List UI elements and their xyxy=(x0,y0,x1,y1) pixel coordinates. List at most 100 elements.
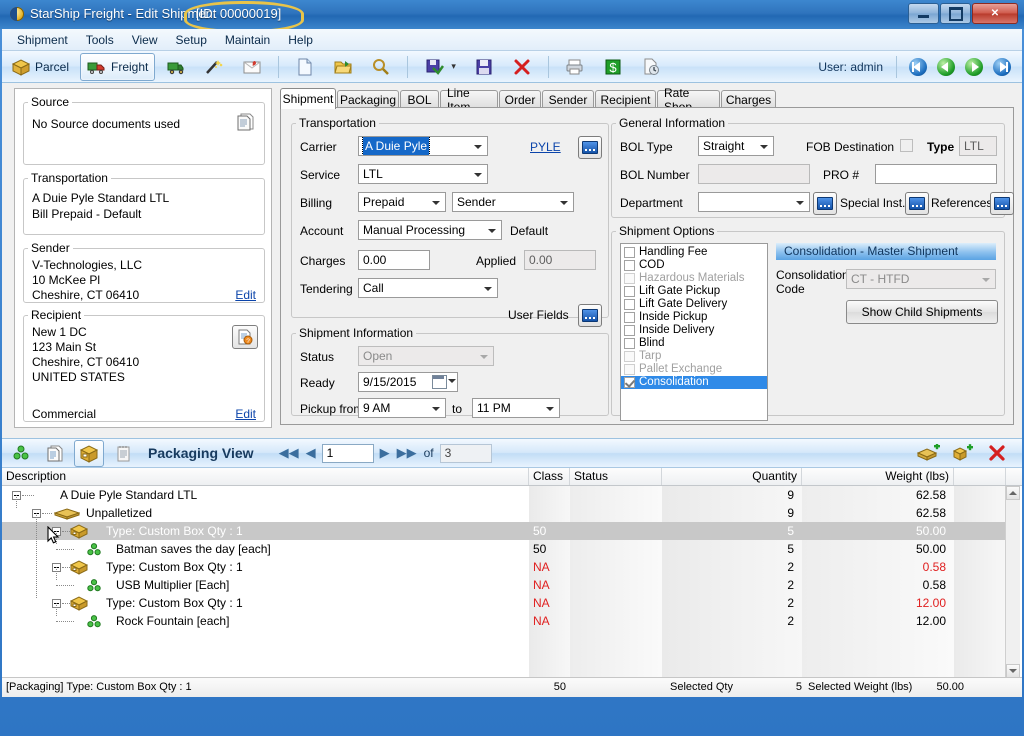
table-row[interactable]: Rock Fountain [each] NA 2 12.00 xyxy=(2,603,1006,630)
carrier-code-link[interactable]: PYLE xyxy=(530,140,561,154)
account-combo[interactable]: Manual Processing xyxy=(358,220,502,240)
freight-button[interactable]: Freight xyxy=(80,52,156,81)
checkbox-icon[interactable] xyxy=(624,312,635,323)
rate-button[interactable]: $ xyxy=(596,53,630,81)
table-row[interactable]: Type: Custom Box Qty : 1 NA 2 0.58 xyxy=(2,513,1006,576)
option-inside-delivery[interactable]: Inside Delivery xyxy=(621,324,767,337)
tab-recipient[interactable]: Recipient xyxy=(595,90,656,108)
first-page-button[interactable]: ◀◀ xyxy=(278,442,300,464)
checkbox-icon[interactable] xyxy=(624,260,635,271)
minimize-button[interactable] xyxy=(908,3,939,24)
menu-setup[interactable]: Setup xyxy=(167,31,216,49)
special-instructions-button[interactable] xyxy=(905,192,929,215)
table-row[interactable]: USB Multiplier [Each] NA 2 0.58 xyxy=(2,567,1006,594)
close-button[interactable]: ✕ xyxy=(972,3,1018,24)
option-lift-gate-delivery[interactable]: Lift Gate Delivery xyxy=(621,298,767,311)
carrier-combo[interactable]: A Duie Pyle xyxy=(358,136,488,156)
dropdown-caret-icon[interactable]: ▾ xyxy=(451,61,456,72)
sender-edit-link[interactable]: Edit xyxy=(235,288,256,302)
add-pallet-button[interactable] xyxy=(914,440,944,467)
checkbox-icon[interactable] xyxy=(624,299,635,310)
email-button[interactable] xyxy=(235,53,269,81)
history-button[interactable] xyxy=(634,53,668,81)
table-row[interactable]: Batman saves the day [each] 50 5 50.00 xyxy=(2,531,1006,558)
option-lift-gate-pickup[interactable]: Lift Gate Pickup xyxy=(621,285,767,298)
next-page-button[interactable]: ▶ xyxy=(374,442,396,464)
calendar-icon[interactable] xyxy=(432,375,447,389)
column-header-quantity[interactable]: Quantity xyxy=(662,468,802,485)
tendering-combo[interactable]: Call xyxy=(358,278,498,298)
tab-order[interactable]: Order xyxy=(499,90,541,108)
cancel-button[interactable] xyxy=(505,53,539,81)
checkbox-icon[interactable] xyxy=(624,325,635,336)
fob-destination-checkbox[interactable] xyxy=(900,139,913,152)
tab-line-item[interactable]: Line Item xyxy=(440,86,498,114)
last-record-button[interactable] xyxy=(993,57,1011,76)
table-row[interactable]: Type: Custom Box Qty : 1 NA 2 12.00 xyxy=(2,549,1006,612)
option-handling-fee[interactable]: Handling Fee xyxy=(621,246,767,259)
delete-package-button[interactable] xyxy=(982,440,1012,467)
column-header-description[interactable]: Description xyxy=(2,468,529,485)
address-validate-button[interactable]: ? xyxy=(232,325,258,349)
parcel-button[interactable]: Parcel xyxy=(4,53,76,81)
groups-view-button[interactable] xyxy=(6,440,36,467)
checkbox-icon[interactable] xyxy=(624,338,635,349)
menu-help[interactable]: Help xyxy=(279,31,322,49)
bol-type-combo[interactable]: Straight xyxy=(698,136,774,156)
option-consolidation[interactable]: Consolidation xyxy=(621,376,767,389)
process-save-button[interactable]: ▾ xyxy=(417,53,463,81)
shipment-options-list[interactable]: Handling Fee COD Hazardous Materials Lif… xyxy=(620,243,768,421)
maximize-button[interactable] xyxy=(940,3,971,24)
ready-date-caret-icon[interactable] xyxy=(448,379,456,383)
ship-truck-button[interactable] xyxy=(159,53,193,81)
checkbox-icon[interactable] xyxy=(624,286,635,297)
find-button[interactable] xyxy=(364,53,398,81)
detail-list-view-button[interactable] xyxy=(40,440,70,467)
user-fields-button[interactable] xyxy=(578,304,602,327)
packaging-view-button[interactable] xyxy=(74,439,104,467)
service-combo[interactable]: LTL xyxy=(358,164,488,184)
pro-number-input[interactable] xyxy=(875,164,997,184)
save-button[interactable] xyxy=(467,53,501,81)
column-header-class[interactable]: Class xyxy=(529,468,570,485)
scroll-down-button[interactable] xyxy=(1006,664,1020,678)
pickup-to-combo[interactable]: 11 PM xyxy=(472,398,560,418)
last-page-button[interactable]: ▶▶ xyxy=(396,442,418,464)
first-record-button[interactable] xyxy=(909,57,927,76)
billing-party-combo[interactable]: Sender xyxy=(452,192,574,212)
checkbox-icon[interactable] xyxy=(624,377,635,388)
tab-packaging[interactable]: Packaging xyxy=(337,90,399,108)
page-number-input[interactable]: 1 xyxy=(321,443,374,463)
column-header-status[interactable]: Status xyxy=(570,468,662,485)
print-button[interactable] xyxy=(558,53,592,81)
references-button[interactable] xyxy=(990,192,1014,215)
next-record-button[interactable] xyxy=(965,57,983,76)
menu-view[interactable]: View xyxy=(123,31,167,49)
previous-record-button[interactable] xyxy=(937,57,955,76)
open-button[interactable] xyxy=(326,53,360,81)
new-button[interactable] xyxy=(288,53,322,81)
notes-view-button[interactable] xyxy=(108,440,138,467)
option-cod[interactable]: COD xyxy=(621,259,767,272)
option-blind[interactable]: Blind xyxy=(621,337,767,350)
add-package-button[interactable] xyxy=(948,440,978,467)
previous-page-button[interactable]: ◀ xyxy=(300,442,322,464)
wizard-button[interactable] xyxy=(197,53,231,81)
department-combo[interactable] xyxy=(698,192,810,212)
menu-tools[interactable]: Tools xyxy=(77,31,123,49)
scroll-up-button[interactable] xyxy=(1006,486,1020,500)
table-row[interactable]: Type: Custom Box Qty : 1 50 5 50.00 xyxy=(2,513,1006,540)
menu-shipment[interactable]: Shipment xyxy=(8,31,77,49)
checkbox-icon[interactable] xyxy=(624,247,635,258)
carrier-options-button[interactable] xyxy=(578,136,602,159)
column-header-weight[interactable]: Weight (lbs) xyxy=(802,468,954,485)
option-inside-pickup[interactable]: Inside Pickup xyxy=(621,311,767,324)
tab-sender[interactable]: Sender xyxy=(542,90,594,108)
tab-shipment[interactable]: Shipment xyxy=(280,88,336,109)
tab-charges[interactable]: Charges xyxy=(721,90,776,108)
menu-maintain[interactable]: Maintain xyxy=(216,31,279,49)
department-options-button[interactable] xyxy=(813,192,837,215)
table-row[interactable]: Unpalletized 9 62.58 xyxy=(2,495,1006,522)
tab-rate-shop[interactable]: Rate Shop xyxy=(657,86,720,114)
recipient-edit-link[interactable]: Edit xyxy=(235,407,256,421)
